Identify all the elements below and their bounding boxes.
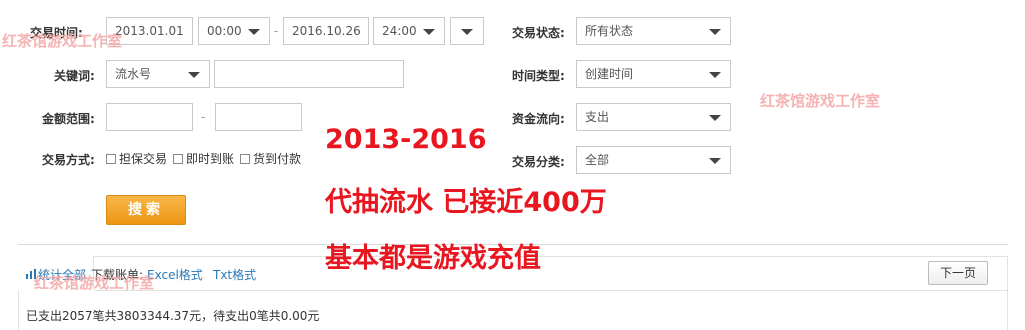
trade-status-value: 所有状态 — [585, 24, 634, 38]
watermark-right: 红茶馆游戏工作室 — [760, 92, 881, 110]
mode-instant-checkbox[interactable]: 即时到账 — [173, 150, 234, 167]
trade-category-value: 全部 — [585, 153, 610, 167]
time-from-select[interactable]: 00:00 — [198, 17, 270, 45]
mode-escrow-checkbox[interactable]: 担保交易 — [106, 150, 167, 167]
trade-category-label: 交易分类: — [512, 155, 565, 169]
time-to-select[interactable]: 24:00 — [373, 17, 445, 45]
annotation-game-topup: 基本都是游戏充值 — [325, 243, 541, 274]
chevron-down-icon — [709, 72, 721, 78]
summary-text: 已支出2057笔共3803344.37元，待支出0笔共0.00元 — [26, 309, 320, 323]
keyword-type-select[interactable]: 流水号 — [106, 60, 210, 88]
time-type-select[interactable]: 创建时间 — [576, 60, 731, 88]
time-to-value: 24:00 — [382, 24, 417, 38]
time-range-dash: - — [274, 24, 279, 38]
chevron-down-icon — [709, 115, 721, 121]
chevron-down-icon — [709, 29, 721, 35]
excel-download-link[interactable]: Excel格式 — [147, 266, 203, 283]
annotation-volume: 代抽流水 已接近400万 — [325, 187, 607, 218]
watermark-top-left: 红茶馆游戏工作室 — [2, 32, 123, 50]
fund-flow-label: 资金流向: — [512, 112, 565, 126]
chevron-down-icon — [248, 29, 260, 35]
amount-range-label: 金额范围: — [42, 112, 95, 126]
txt-download-link[interactable]: Txt格式 — [213, 266, 256, 283]
amount-max-input[interactable] — [215, 103, 302, 131]
chevron-down-icon — [423, 29, 435, 35]
time-from-value: 00:00 — [207, 24, 242, 38]
time-preset-select[interactable] — [450, 17, 484, 45]
next-page-button[interactable]: 下一页 — [928, 261, 988, 285]
fund-flow-value: 支出 — [585, 110, 610, 124]
trade-status-label: 交易状态: — [512, 26, 565, 40]
search-button[interactable]: 搜索 — [106, 195, 186, 225]
date-to-input[interactable]: 2016.10.26 — [283, 17, 369, 45]
tabbar-divider — [94, 290, 1008, 291]
trade-mode-label: 交易方式: — [42, 153, 95, 167]
mode-cod-label: 货到付款 — [253, 152, 302, 166]
trade-status-select[interactable]: 所有状态 — [576, 17, 731, 45]
chevron-down-icon — [461, 29, 473, 35]
time-type-value: 创建时间 — [585, 67, 634, 81]
keyword-type-value: 流水号 — [115, 67, 152, 81]
mode-instant-label: 即时到账 — [186, 152, 235, 166]
amount-range-dash: - — [201, 110, 206, 124]
checkbox-icon — [240, 153, 250, 164]
checkbox-icon — [106, 153, 116, 164]
keyword-label: 关键词: — [54, 69, 95, 83]
amount-min-input[interactable] — [106, 103, 193, 131]
mode-cod-checkbox[interactable]: 货到付款 — [240, 150, 301, 167]
time-type-label: 时间类型: — [512, 69, 565, 83]
trade-category-select[interactable]: 全部 — [576, 146, 731, 174]
chevron-down-icon — [188, 72, 200, 78]
annotation-years: 2013-2016 — [325, 124, 487, 155]
mode-escrow-label: 担保交易 — [119, 152, 168, 166]
chevron-down-icon — [709, 158, 721, 164]
watermark-bottom: 红茶馆游戏工作室 — [34, 274, 155, 292]
keyword-input[interactable] — [214, 60, 404, 88]
checkbox-icon — [173, 153, 183, 164]
fund-flow-select[interactable]: 支出 — [576, 103, 731, 131]
